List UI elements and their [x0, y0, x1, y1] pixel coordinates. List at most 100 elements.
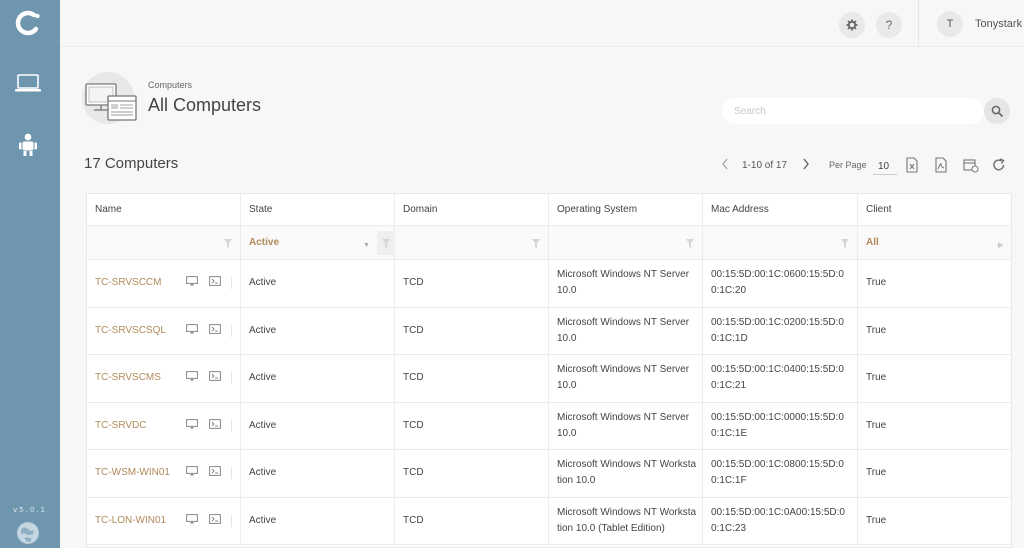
- mac-value: 00:15:5D:00:1C:0600:15:5D:00:1C:20: [711, 269, 844, 297]
- remote-console-icon[interactable]: [209, 466, 221, 476]
- column-header-state[interactable]: State: [241, 194, 395, 225]
- user-robot-icon[interactable]: [13, 132, 43, 158]
- table-row[interactable]: TC-LON-WIN01 Active TCD Microsoft Window…: [87, 497, 1011, 545]
- filter-icon[interactable]: [686, 239, 694, 248]
- domain-cell: TCD: [395, 402, 549, 449]
- remote-desktop-icon[interactable]: [186, 513, 198, 524]
- state-value: Active: [249, 514, 277, 526]
- topbar-divider: [918, 0, 919, 47]
- column-header-name[interactable]: Name: [87, 194, 241, 225]
- help-button[interactable]: ?: [876, 12, 902, 38]
- remote-console-icon[interactable]: [209, 276, 221, 286]
- computer-name-link[interactable]: TC-WSM-WIN01: [95, 465, 170, 481]
- prev-page-button[interactable]: [721, 158, 729, 173]
- domain-cell: TCD: [395, 260, 549, 307]
- mac-cell: 00:15:5D:00:1C:0400:15:5D:00:1C:21: [703, 355, 858, 402]
- app-logo-icon[interactable]: [14, 8, 44, 38]
- domain-cell: TCD: [395, 307, 549, 354]
- name-cell: TC-SRVSCSQL: [87, 307, 241, 354]
- chevron-left-icon: [722, 158, 728, 170]
- client-filter-cell[interactable]: All ▶: [858, 226, 1011, 259]
- state-filter-cell[interactable]: Active ▼: [241, 226, 395, 259]
- avatar[interactable]: T: [937, 11, 963, 37]
- domain-filter-cell[interactable]: [395, 226, 549, 259]
- mac-cell: 00:15:5D:00:1C:0200:15:5D:00:1C:1D: [703, 307, 858, 354]
- remote-console-icon[interactable]: [209, 513, 221, 524]
- export-excel-icon[interactable]: [905, 157, 919, 173]
- mac-value: 00:15:5D:00:1C:0800:15:5D:00:1C:1F: [711, 459, 844, 487]
- state-cell: Active: [241, 260, 395, 307]
- filter-icon[interactable]: [224, 239, 232, 248]
- column-header-client[interactable]: Client: [858, 194, 1011, 225]
- remote-console-icon[interactable]: [209, 371, 221, 381]
- os-filter-cell[interactable]: [549, 226, 703, 259]
- remote-console-icon[interactable]: [209, 418, 221, 429]
- client-cell: True: [858, 498, 1011, 545]
- table-row[interactable]: TC-SRVDC Active TCD Microsoft Windows NT…: [87, 402, 1011, 450]
- state-filter-button[interactable]: [377, 231, 395, 255]
- state-filter-value[interactable]: Active: [249, 235, 279, 251]
- search-input[interactable]: [722, 98, 984, 124]
- domain-value: TCD: [403, 372, 424, 384]
- domain-value: TCD: [403, 419, 424, 431]
- settings-button[interactable]: [839, 12, 865, 38]
- sidebar: v5.0.1: [0, 0, 60, 548]
- table-row[interactable]: TC-SRVSCSQL Active TCD Microsoft Windows…: [87, 307, 1011, 355]
- client-cell: True: [858, 260, 1011, 307]
- os-value: Microsoft Windows NT Server 10.0: [557, 316, 690, 344]
- export-pdf-icon[interactable]: [934, 157, 948, 173]
- filter-icon[interactable]: [532, 239, 540, 248]
- computer-name-link[interactable]: TC-LON-WIN01: [95, 513, 166, 529]
- computers-page-icon: [82, 72, 137, 124]
- chevron-down-icon[interactable]: ▼: [363, 238, 370, 254]
- state-cell: Active: [241, 307, 395, 354]
- os-cell: Microsoft Windows NT Workstation 10.0 (T…: [549, 497, 703, 544]
- mac-filter-cell[interactable]: [703, 226, 858, 259]
- name-filter-cell[interactable]: [87, 226, 241, 259]
- client-value: True: [866, 467, 887, 479]
- row-divider: [231, 514, 232, 527]
- breadcrumb[interactable]: Computers: [148, 80, 192, 90]
- table-row[interactable]: TC-SRVSCMS Active TCD Microsoft Windows …: [87, 355, 1011, 403]
- os-cell: Microsoft Windows NT Server 10.0: [549, 402, 703, 449]
- client-value: True: [866, 372, 887, 384]
- client-filter-value[interactable]: All: [866, 235, 879, 251]
- remote-desktop-icon[interactable]: [186, 371, 198, 381]
- remote-desktop-icon[interactable]: [186, 418, 198, 429]
- per-page-select[interactable]: 10: [873, 159, 897, 175]
- computer-name-link[interactable]: TC-SRVSCSQL: [95, 323, 166, 339]
- computer-name-link[interactable]: TC-SRVSCMS: [95, 370, 161, 386]
- remote-desktop-icon[interactable]: [186, 276, 198, 286]
- computer-name-link[interactable]: TC-SRVSCCM: [95, 275, 161, 291]
- per-page-label: Per Page: [829, 160, 867, 170]
- mac-value: 00:15:5D:00:1C:0A00:15:5D:00:1C:23: [711, 506, 845, 534]
- remote-desktop-icon[interactable]: [186, 323, 198, 334]
- os-value: Microsoft Windows NT Workstation 10.0 (T…: [557, 506, 697, 534]
- computer-name-link[interactable]: TC-SRVDC: [95, 418, 146, 434]
- mac-value: 00:15:5D:00:1C:0400:15:5D:00:1C:21: [711, 364, 844, 392]
- name-cell: TC-WSM-WIN01: [87, 450, 241, 497]
- chevron-right-icon[interactable]: ▶: [998, 238, 1003, 254]
- client-cell: True: [858, 450, 1011, 497]
- next-page-button[interactable]: [802, 158, 810, 173]
- search-icon: [991, 105, 1003, 117]
- column-header-mac[interactable]: Mac Address: [703, 194, 858, 225]
- remote-desktop-icon[interactable]: [186, 466, 198, 476]
- mac-cell: 00:15:5D:00:1C:0000:15:5D:00:1C:1E: [703, 402, 858, 449]
- laptop-icon[interactable]: [13, 70, 43, 96]
- column-header-domain[interactable]: Domain: [395, 194, 549, 225]
- remote-console-icon[interactable]: [209, 323, 221, 334]
- filter-icon[interactable]: [841, 239, 849, 248]
- client-value: True: [866, 514, 887, 526]
- table-row[interactable]: TC-WSM-WIN01 Active TCD Microsoft Window…: [87, 450, 1011, 498]
- globe-icon[interactable]: [17, 522, 39, 544]
- os-value: Microsoft Windows NT Workstation 10.0: [557, 459, 697, 487]
- calendar-settings-icon[interactable]: [963, 157, 979, 173]
- column-header-os[interactable]: Operating System: [549, 194, 703, 225]
- mac-cell: 00:15:5D:00:1C:0600:15:5D:00:1C:20: [703, 260, 858, 307]
- username[interactable]: Tonystark: [975, 18, 1022, 30]
- refresh-icon[interactable]: [992, 157, 1006, 173]
- search-button[interactable]: [984, 98, 1010, 124]
- table-row[interactable]: TC-SRVSCCM Active TCD Microsoft Windows …: [87, 260, 1011, 308]
- client-cell: True: [858, 308, 1011, 355]
